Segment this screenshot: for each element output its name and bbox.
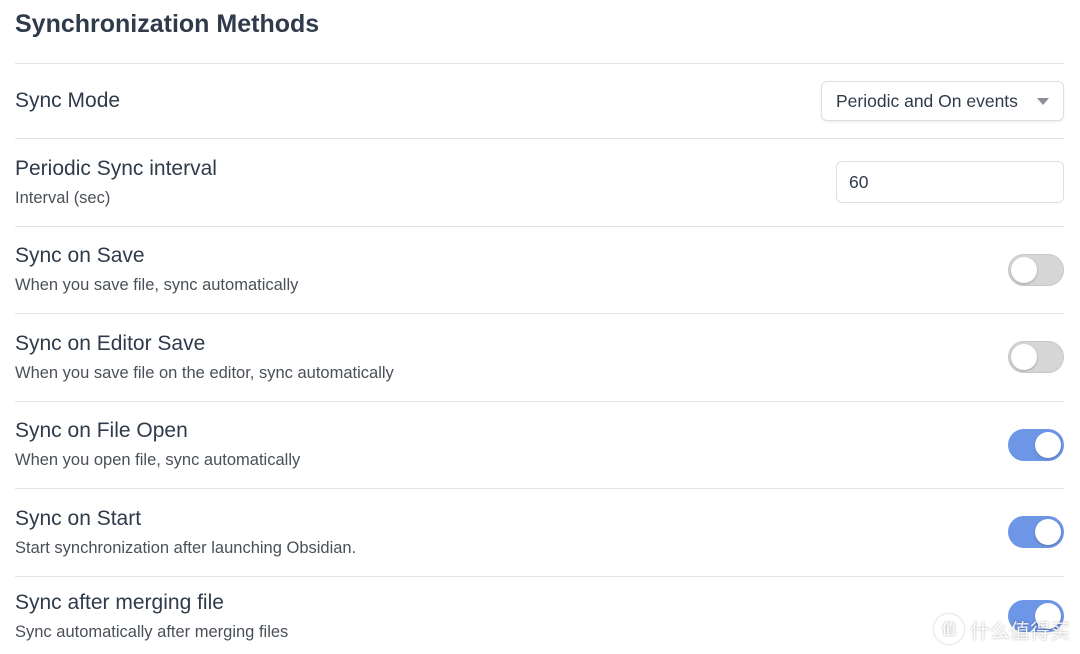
setting-info: Sync Mode [15,88,120,114]
setting-name: Sync after merging file [15,590,224,614]
section-title: Synchronization Methods [15,0,1064,64]
setting-sync-on-file-open: Sync on File Open When you open file, sy… [15,402,1064,489]
sync-after-merge-toggle[interactable] [1008,600,1064,632]
setting-name: Periodic Sync interval [15,156,217,180]
setting-name: Sync on Start [15,506,142,530]
sync-mode-dropdown[interactable]: Periodic and On events [821,81,1064,121]
settings-page: Synchronization Methods Sync Mode Period… [0,0,1080,654]
setting-info: Sync on File Open When you open file, sy… [15,418,300,471]
setting-info: Sync on Start Start synchronization afte… [15,506,356,559]
toggle-knob [1011,256,1037,283]
setting-sync-after-merge: Sync after merging file Sync automatical… [15,577,1064,654]
sync-on-start-toggle[interactable] [1008,516,1064,549]
toggle-knob [1035,431,1061,458]
setting-info: Sync on Editor Save When you save file o… [15,331,394,384]
setting-info: Sync on Save When you save file, sync au… [15,243,298,296]
sync-on-save-toggle[interactable] [1008,253,1064,286]
setting-info: Periodic Sync interval Interval (sec) [15,156,217,209]
setting-description: When you open file, sync automatically [15,451,301,470]
interval-input[interactable] [836,161,1064,204]
caret-down-icon [1037,97,1049,105]
sync-on-editor-save-toggle[interactable] [1008,341,1064,374]
setting-description: Start synchronization after launching Ob… [15,538,357,557]
setting-sync-mode: Sync Mode Periodic and On events [15,64,1064,139]
setting-description: Sync automatically after merging files [15,622,289,641]
setting-sync-on-editor-save: Sync on Editor Save When you save file o… [15,314,1064,402]
setting-sync-on-save: Sync on Save When you save file, sync au… [15,227,1064,314]
setting-name: Sync Mode [15,89,121,112]
setting-description: When you save file, sync automatically [15,276,299,295]
setting-name: Sync on Save [15,244,145,268]
setting-description: Interval (sec) [15,188,111,207]
setting-sync-on-start: Sync on Start Start synchronization afte… [15,489,1064,577]
toggle-knob [1035,603,1061,629]
toggle-knob [1011,344,1037,371]
setting-periodic-interval: Periodic Sync interval Interval (sec) [15,139,1064,227]
setting-name: Sync on Editor Save [15,331,206,355]
setting-info: Sync after merging file Sync automatical… [15,590,288,643]
dropdown-value: Periodic and On events [836,90,1018,111]
setting-name: Sync on File Open [15,419,188,443]
setting-description: When you save file on the editor, sync a… [15,363,394,382]
sync-on-file-open-toggle[interactable] [1008,428,1064,461]
toggle-knob [1035,519,1061,546]
